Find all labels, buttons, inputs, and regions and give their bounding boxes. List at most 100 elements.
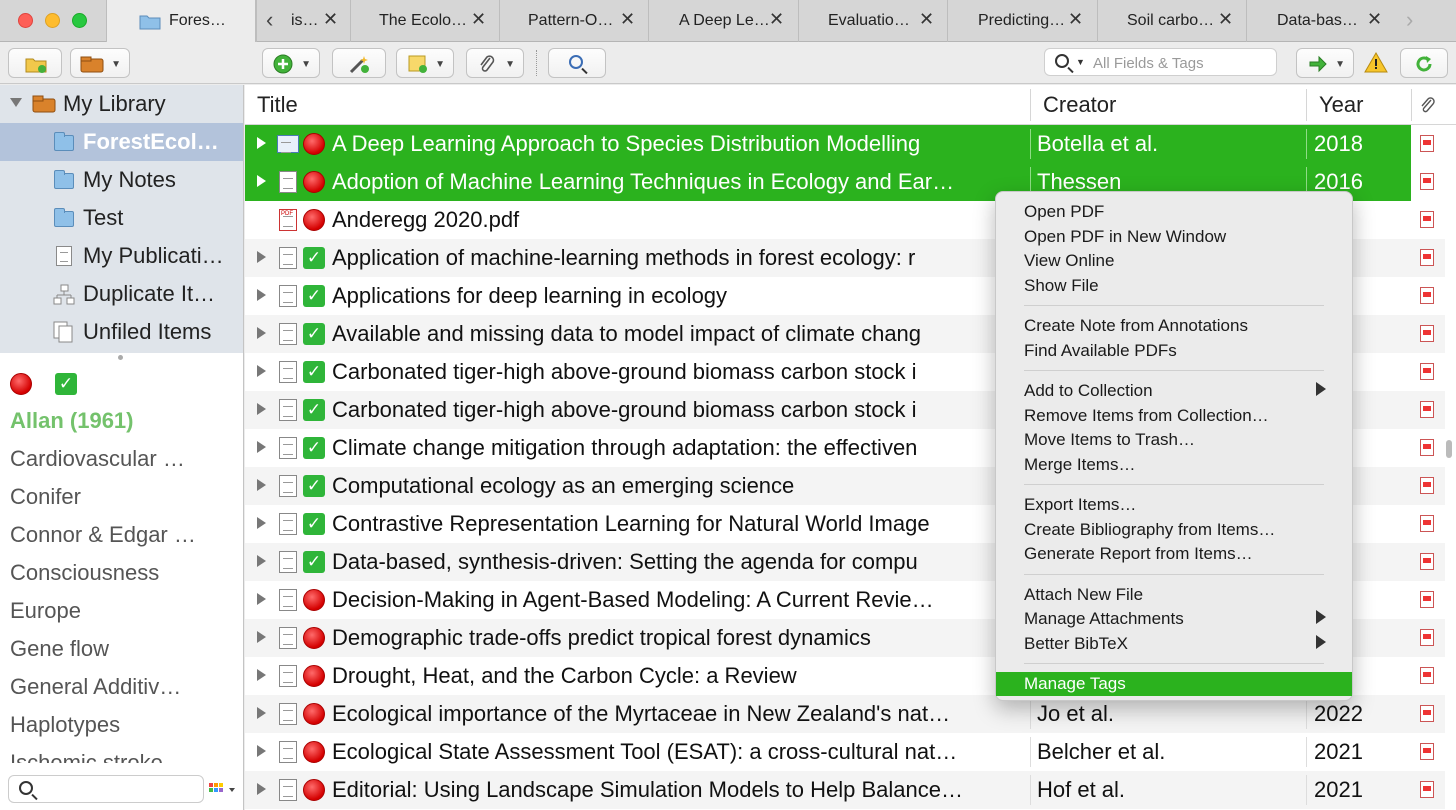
pdf-attachment-icon[interactable]: [1420, 629, 1434, 646]
scrollbar-thumb[interactable]: [1446, 440, 1452, 458]
tab-item[interactable]: A Deep Le… ✕: [648, 0, 798, 42]
disclosure-triangle-icon[interactable]: [257, 251, 266, 263]
column-header-creator[interactable]: Creator: [1043, 92, 1116, 118]
disclosure-triangle-icon[interactable]: [257, 137, 266, 149]
disclosure-triangle-icon[interactable]: [257, 175, 266, 187]
tab-item[interactable]: The Ecolo… ✕: [350, 0, 499, 42]
tab-item[interactable]: Evaluatio… ✕: [798, 0, 947, 42]
close-icon[interactable]: ✕: [620, 9, 635, 30]
collection-unfiled-items[interactable]: Unfiled Items: [0, 313, 243, 351]
tag-item[interactable]: Cardiovascular …: [10, 446, 185, 472]
pdf-attachment-icon[interactable]: [1420, 553, 1434, 570]
chevron-right-icon[interactable]: ›: [1406, 7, 1413, 33]
close-icon[interactable]: ✕: [471, 9, 486, 30]
pdf-attachment-icon[interactable]: [1420, 439, 1434, 456]
disclosure-triangle-icon[interactable]: [257, 669, 266, 681]
add-attachment-button[interactable]: ▼: [466, 48, 524, 78]
red-tag-icon[interactable]: [10, 373, 32, 395]
disclosure-triangle-icon[interactable]: [257, 441, 266, 453]
menu-item-generate-report-from-items[interactable]: Generate Report from Items…: [996, 542, 1352, 566]
new-library-button[interactable]: ▼: [70, 48, 130, 78]
menu-item-merge-items[interactable]: Merge Items…: [996, 453, 1352, 477]
pdf-attachment-icon[interactable]: [1420, 325, 1434, 342]
pdf-attachment-icon[interactable]: [1420, 781, 1434, 798]
menu-item-add-to-collection[interactable]: Add to Collection: [996, 379, 1352, 403]
new-collection-button[interactable]: [8, 48, 62, 78]
window-zoom-button[interactable]: [72, 13, 87, 28]
menu-item-remove-items-from-collection[interactable]: Remove Items from Collection…: [996, 404, 1352, 428]
tag-filter-input[interactable]: [8, 775, 204, 803]
disclosure-triangle-icon[interactable]: [257, 327, 266, 339]
table-row[interactable]: A Deep Learning Approach to Species Dist…: [245, 125, 1445, 163]
disclosure-triangle-icon[interactable]: [10, 98, 22, 107]
menu-item-create-note-from-annotations[interactable]: Create Note from Annotations: [996, 314, 1352, 338]
tab-item[interactable]: Predicting… ✕: [947, 0, 1097, 42]
tag-item[interactable]: Connor & Edgar …: [10, 522, 196, 548]
menu-item-attach-new-file[interactable]: Attach New File: [996, 583, 1352, 607]
menu-item-open-pdf[interactable]: Open PDF: [996, 200, 1352, 224]
green-check-tag-icon[interactable]: ✓: [55, 373, 77, 395]
close-icon[interactable]: ✕: [323, 9, 338, 30]
column-divider[interactable]: [1411, 89, 1412, 121]
menu-item-move-items-to-trash[interactable]: Move Items to Trash…: [996, 428, 1352, 452]
collection-my-library[interactable]: My Library: [0, 85, 243, 123]
disclosure-triangle-icon[interactable]: [257, 745, 266, 757]
menu-item-manage-tags[interactable]: Manage Tags: [996, 672, 1352, 696]
collection-my-notes[interactable]: My Notes: [0, 161, 243, 199]
collection-forestecol[interactable]: ForestEcol…: [0, 123, 243, 161]
close-icon[interactable]: ✕: [769, 9, 784, 30]
pdf-attachment-icon[interactable]: [1420, 135, 1434, 152]
advanced-search-button[interactable]: [548, 48, 606, 78]
pdf-attachment-icon[interactable]: [1420, 515, 1434, 532]
search-input[interactable]: ▼ All Fields & Tags: [1044, 48, 1277, 76]
chevron-down-icon[interactable]: ▼: [1076, 57, 1085, 67]
pdf-attachment-icon[interactable]: [1420, 591, 1434, 608]
new-note-button[interactable]: ▼: [396, 48, 454, 78]
table-row[interactable]: Ecological State Assessment Tool (ESAT):…: [245, 733, 1445, 771]
locate-button[interactable]: ▼: [1296, 48, 1354, 78]
tag-item[interactable]: Gene flow: [10, 636, 109, 662]
menu-item-better-bibtex[interactable]: Better BibTeX: [996, 632, 1352, 656]
disclosure-triangle-icon[interactable]: [257, 479, 266, 491]
close-icon[interactable]: ✕: [919, 9, 934, 30]
menu-item-open-pdf-in-new-window[interactable]: Open PDF in New Window: [996, 225, 1352, 249]
pdf-attachment-icon[interactable]: [1420, 477, 1434, 494]
collection-test[interactable]: Test: [0, 199, 243, 237]
pdf-attachment-icon[interactable]: [1420, 667, 1434, 684]
tab-item[interactable]: is… ✕: [256, 0, 350, 42]
tag-item[interactable]: Allan (1961): [10, 408, 134, 434]
tag-item[interactable]: Haplotypes: [10, 712, 120, 738]
tag-item[interactable]: Consciousness: [10, 560, 159, 586]
tag-item[interactable]: Europe: [10, 598, 81, 624]
disclosure-triangle-icon[interactable]: [257, 631, 266, 643]
close-icon[interactable]: ✕: [1068, 9, 1083, 30]
pdf-attachment-icon[interactable]: [1420, 743, 1434, 760]
menu-item-manage-attachments[interactable]: Manage Attachments: [996, 607, 1352, 631]
tag-item[interactable]: Ischemic stroke: [10, 750, 163, 763]
menu-item-show-file[interactable]: Show File: [996, 274, 1352, 298]
window-close-button[interactable]: [18, 13, 33, 28]
disclosure-triangle-icon[interactable]: [257, 783, 266, 795]
pdf-attachment-icon[interactable]: [1420, 705, 1434, 722]
pdf-attachment-icon[interactable]: [1420, 401, 1434, 418]
disclosure-triangle-icon[interactable]: [257, 289, 266, 301]
tag-item[interactable]: General Additiv…: [10, 674, 181, 700]
table-row[interactable]: Editorial: Using Landscape Simulation Mo…: [245, 771, 1445, 809]
tab-item[interactable]: Soil carbo… ✕: [1097, 0, 1246, 42]
pdf-attachment-icon[interactable]: [1420, 249, 1434, 266]
column-divider[interactable]: [1030, 89, 1031, 121]
new-item-button[interactable]: ▼: [262, 48, 320, 78]
pdf-attachment-icon[interactable]: [1420, 173, 1434, 190]
close-icon[interactable]: ✕: [1367, 9, 1382, 30]
pdf-attachment-icon[interactable]: [1420, 287, 1434, 304]
pdf-attachment-icon[interactable]: [1420, 211, 1434, 228]
disclosure-triangle-icon[interactable]: [257, 365, 266, 377]
menu-item-export-items[interactable]: Export Items…: [996, 493, 1352, 517]
disclosure-triangle-icon[interactable]: [257, 707, 266, 719]
pdf-attachment-icon[interactable]: [1420, 363, 1434, 380]
collection-duplicate-items[interactable]: Duplicate It…: [0, 275, 243, 313]
tag-item[interactable]: Conifer: [10, 484, 81, 510]
menu-item-create-bibliography-from-items[interactable]: Create Bibliography from Items…: [996, 518, 1352, 542]
window-minimize-button[interactable]: [45, 13, 60, 28]
column-header-year[interactable]: Year: [1319, 92, 1363, 118]
